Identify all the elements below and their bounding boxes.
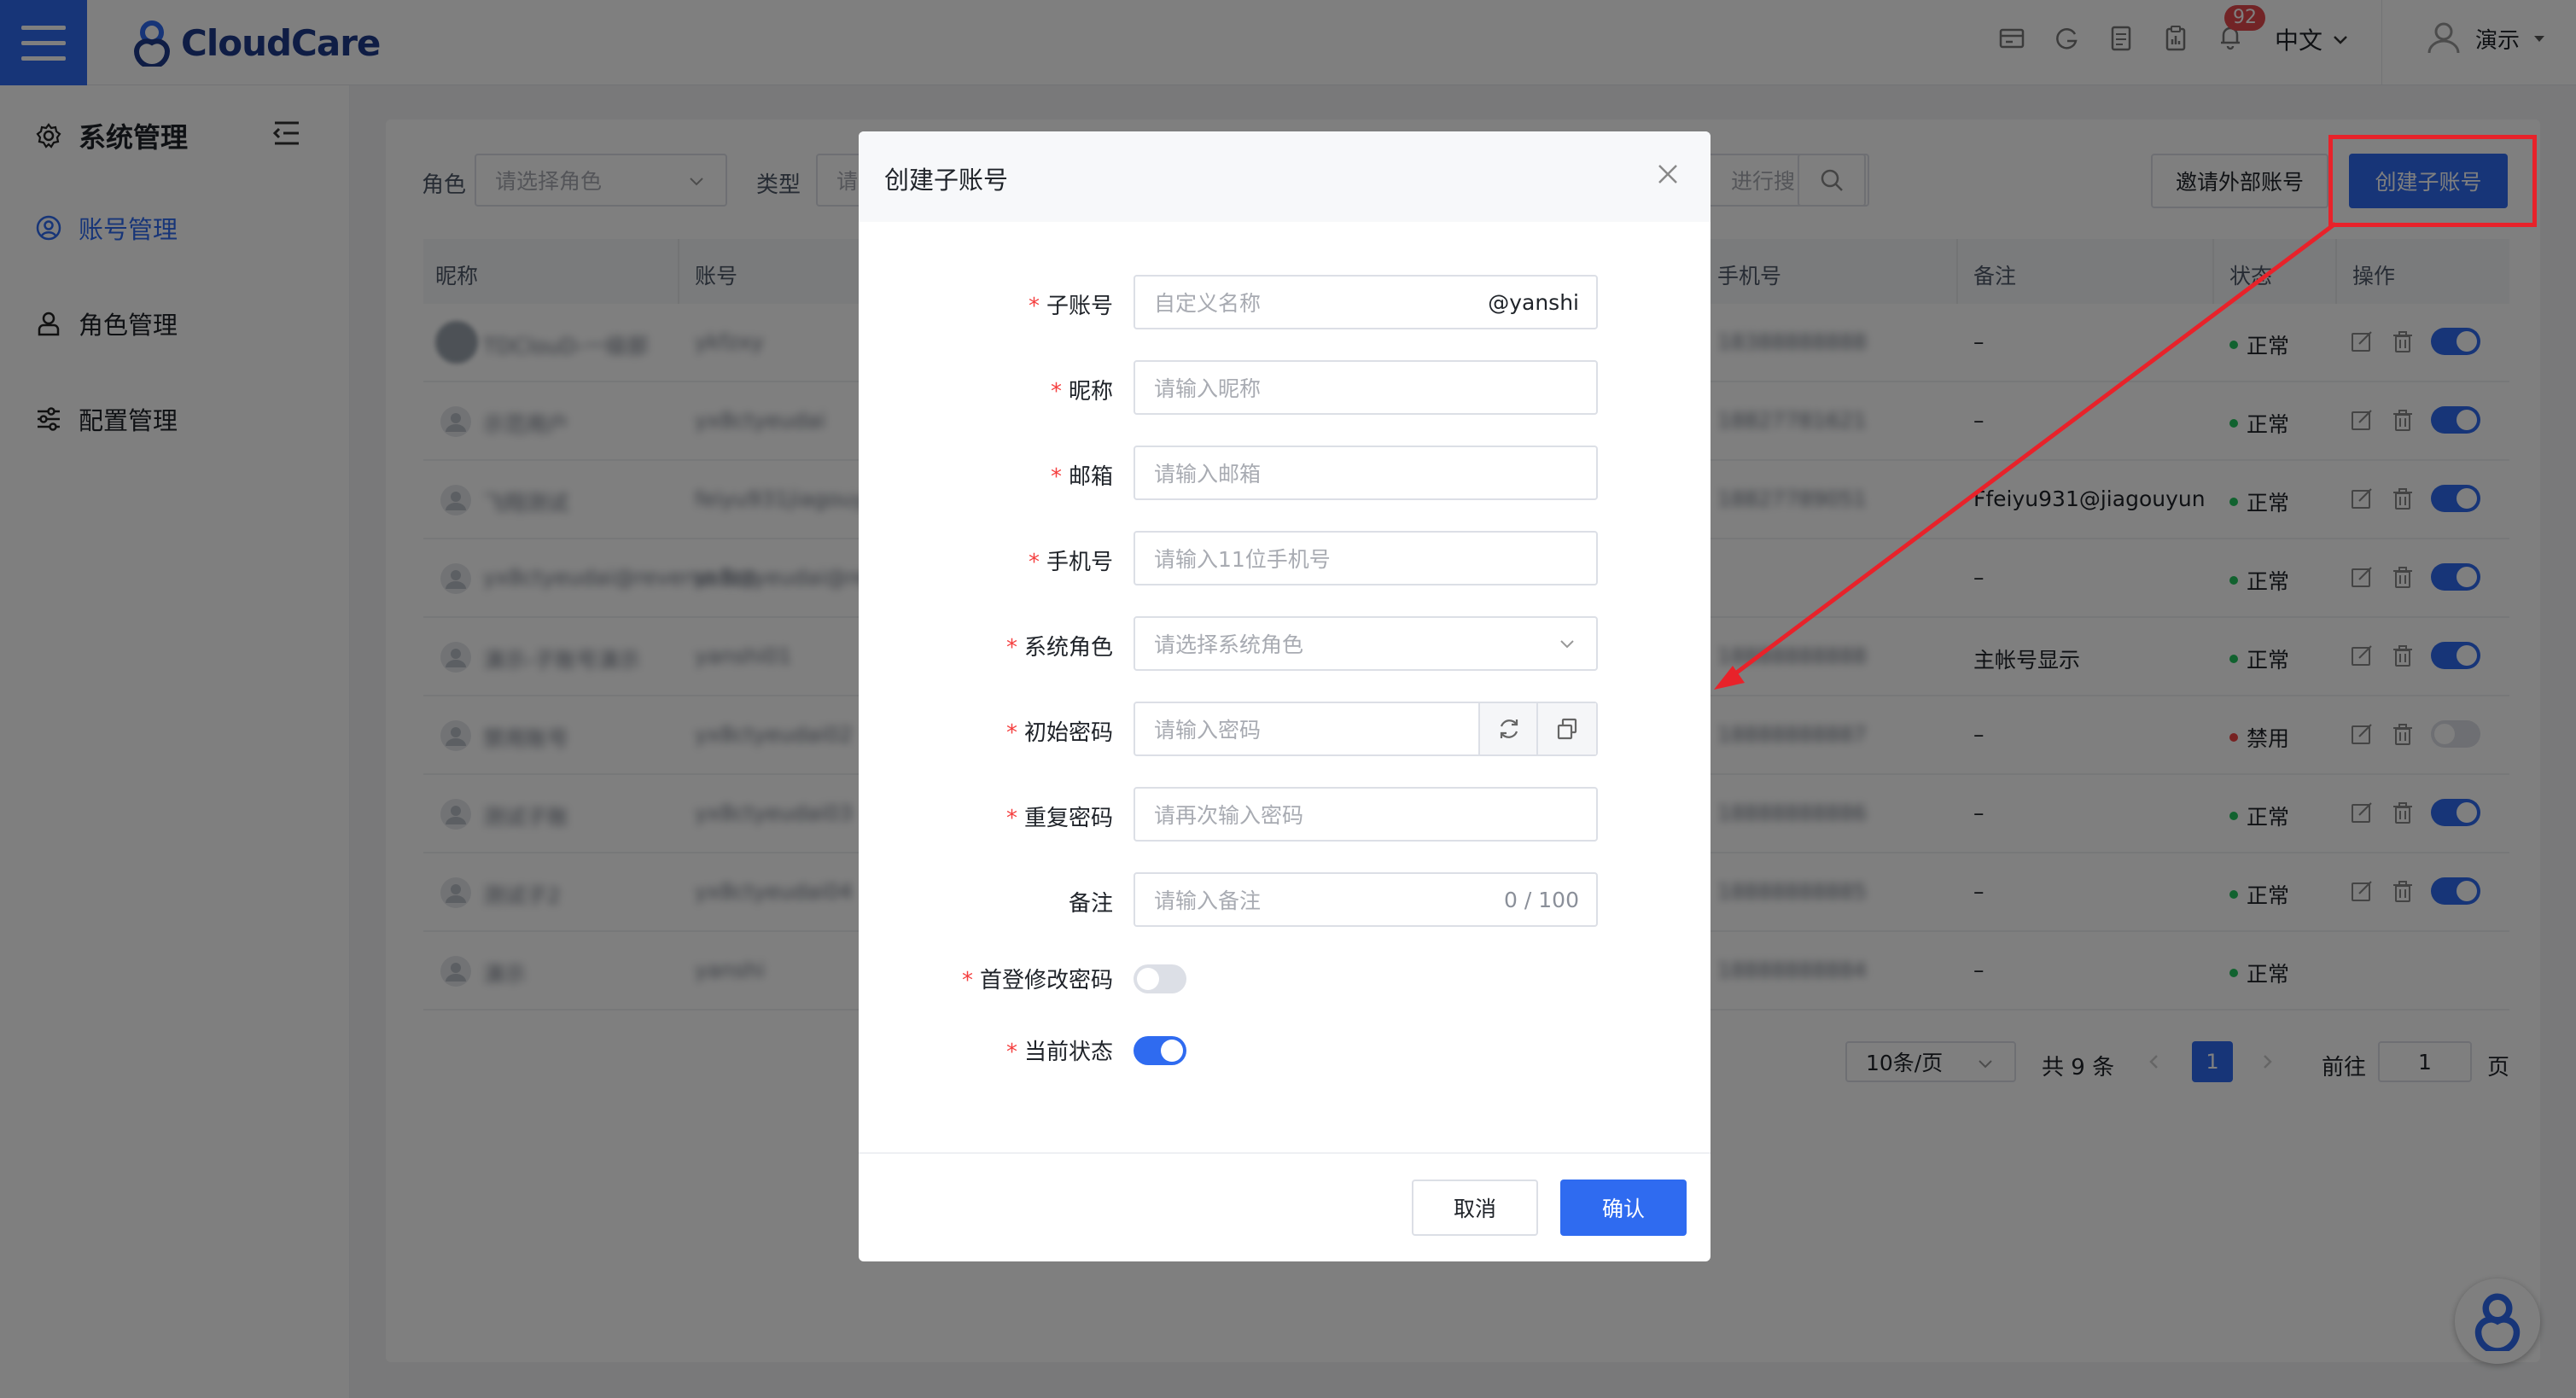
refresh-icon [1500, 719, 1518, 738]
copy-password-button[interactable] [1536, 703, 1596, 754]
modal-footer-divider [859, 1152, 1711, 1154]
nickname-input[interactable]: 请输入昵称 [1134, 360, 1598, 415]
field-label-system-role: * 系统角色 [1005, 635, 1113, 661]
field-label-nickname: * 昵称 [1050, 379, 1113, 405]
required-mark: * [961, 968, 973, 993]
field-label-initial-password: * 初始密码 [1005, 720, 1113, 746]
required-mark: * [1050, 379, 1062, 405]
repeat-password-input[interactable]: 请再次输入密码 [1134, 787, 1598, 842]
field-label-remark: 备注 [1068, 891, 1113, 917]
cancel-button[interactable]: 取消 [1412, 1180, 1538, 1236]
sub-account-placeholder: 自定义名称 [1154, 291, 1262, 316]
close-icon[interactable] [1654, 160, 1681, 188]
initial-password-placeholder: 请输入密码 [1154, 718, 1262, 743]
annotation-highlight-box-top [2328, 135, 2537, 227]
initial-password-input[interactable]: 请输入密码 [1134, 702, 1598, 756]
first-login-change-password-toggle[interactable] [1134, 964, 1186, 993]
phone-placeholder: 请输入11位手机号 [1154, 547, 1331, 572]
create-sub-account-modal: 创建子账号 * 子账号 自定义名称 @yanshi * 昵称 请输入昵称 * 邮箱 请… [859, 131, 1711, 1261]
remark-char-count: 0 / 100 [1504, 887, 1579, 912]
field-label-email: * 邮箱 [1050, 464, 1113, 490]
required-mark: * [1028, 294, 1040, 319]
copy-icon [1557, 718, 1577, 740]
required-mark: * [1005, 635, 1017, 661]
email-input[interactable]: 请输入邮箱 [1134, 446, 1598, 500]
sub-account-input[interactable]: 自定义名称 @yanshi [1134, 275, 1598, 329]
field-label-phone: * 手机号 [1028, 550, 1113, 575]
required-mark: * [1005, 1040, 1017, 1065]
system-role-placeholder: 请选择系统角色 [1154, 632, 1304, 657]
current-status-toggle[interactable] [1134, 1036, 1186, 1065]
required-mark: * [1050, 464, 1062, 490]
phone-input[interactable]: 请输入11位手机号 [1134, 531, 1598, 585]
modal-header: 创建子账号 [859, 131, 1711, 222]
remark-placeholder: 请输入备注 [1154, 888, 1262, 913]
required-mark: * [1028, 550, 1040, 575]
remark-input[interactable]: 请输入备注 0 / 100 [1134, 872, 1598, 927]
nickname-placeholder: 请输入昵称 [1154, 376, 1262, 401]
generate-password-button[interactable] [1478, 703, 1538, 754]
modal-title: 创建子账号 [884, 166, 1009, 195]
required-mark: * [1005, 806, 1017, 831]
sub-account-suffix: @yanshi [1488, 289, 1579, 315]
field-label-sub-account: * 子账号 [1028, 294, 1113, 319]
repeat-password-placeholder: 请再次输入密码 [1154, 803, 1304, 828]
field-label-first-login-change: * 首登修改密码 [961, 968, 1113, 993]
system-role-select[interactable]: 请选择系统角色 [1134, 616, 1598, 671]
field-label-current-status: * 当前状态 [1005, 1040, 1113, 1065]
required-mark: * [1005, 720, 1017, 746]
chevron-down-icon [1560, 640, 1574, 649]
confirm-button[interactable]: 确认 [1560, 1180, 1687, 1236]
field-label-repeat-password: * 重复密码 [1005, 806, 1113, 831]
email-placeholder: 请输入邮箱 [1154, 462, 1262, 486]
